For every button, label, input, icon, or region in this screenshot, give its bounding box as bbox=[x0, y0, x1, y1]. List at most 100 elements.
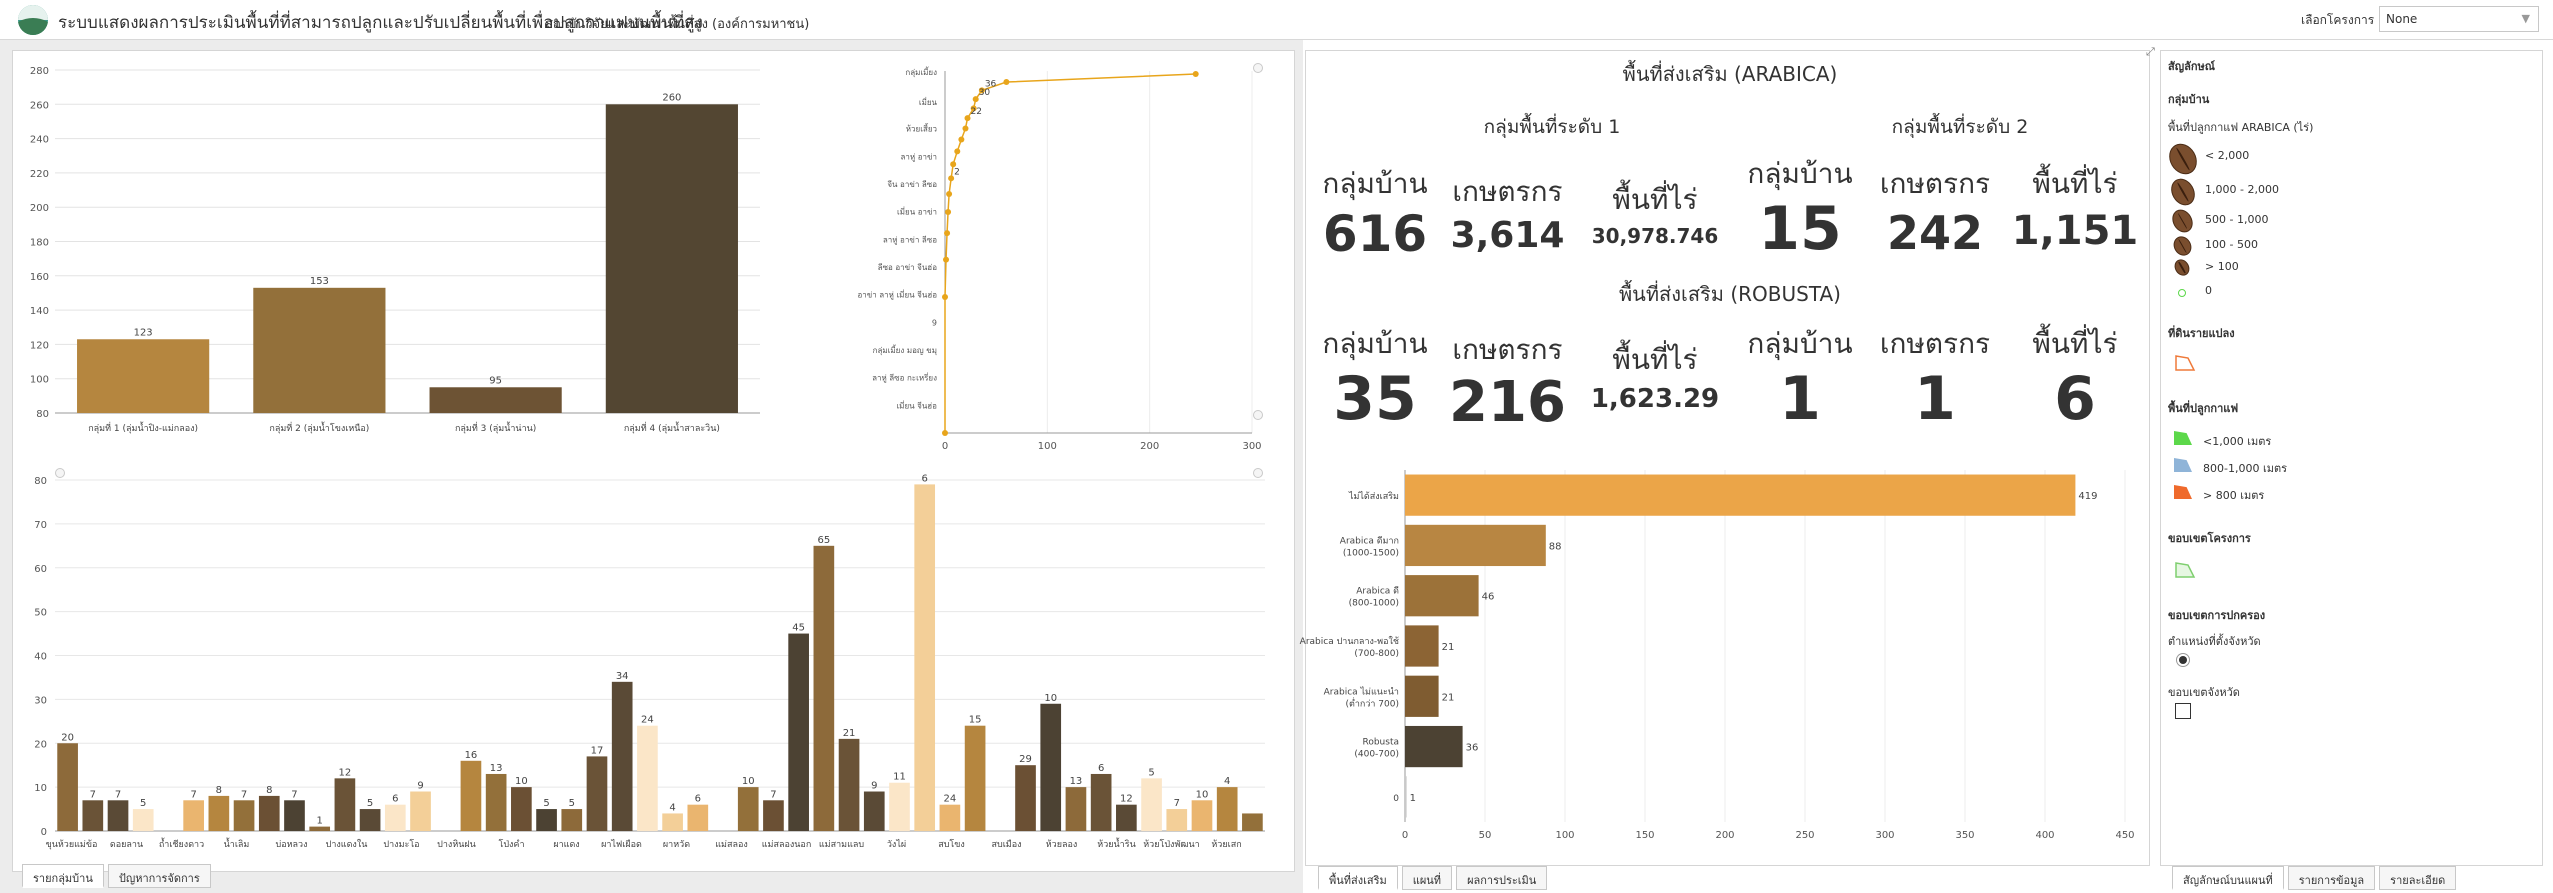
bar bbox=[536, 809, 557, 831]
bar bbox=[1405, 776, 1407, 818]
bar-value-label: 10 bbox=[515, 776, 528, 787]
bar bbox=[1141, 778, 1162, 831]
tab-assessment[interactable]: ผลการประเมิน bbox=[1456, 866, 1548, 890]
x-tick-label: 450 bbox=[2115, 830, 2134, 841]
point-label: 22 bbox=[971, 107, 982, 117]
stat-value: 35 bbox=[1333, 364, 1417, 434]
y-tick-label: Arabica ปานกลาง-พอใช้ bbox=[1300, 636, 1399, 647]
stat-label: เกษตรกร bbox=[1879, 167, 1991, 200]
stat-robusta-g2-farmers: เกษตรกร 1 bbox=[1870, 322, 2000, 432]
x-tick-label: บ่อหลวง bbox=[275, 840, 307, 850]
bar bbox=[737, 787, 759, 831]
x-tick-label: สบเมือง bbox=[991, 839, 1021, 850]
bar-value-label: 7 bbox=[1174, 798, 1180, 809]
y-tick-label: Arabica ดีมาก bbox=[1340, 535, 1399, 546]
y-tick-label: 50 bbox=[34, 608, 47, 619]
y-tick-label: (400-700) bbox=[1354, 750, 1399, 760]
stat-label: เกษตรกร bbox=[1452, 175, 1563, 208]
resize-handle[interactable] bbox=[1253, 410, 1263, 420]
tab-village-groups[interactable]: รายกลุ่มบ้าน bbox=[22, 864, 104, 888]
middle-tabbar: พื้นที่ส่งเสริม แผนที่ ผลการประเมิน bbox=[1318, 866, 1548, 890]
stat-robusta-g2-area: พื้นที่ไร่ 6 bbox=[2010, 322, 2140, 432]
bar bbox=[1405, 575, 1479, 617]
y-tick-label: กลุ่มเมี้ยง bbox=[905, 66, 937, 77]
bar bbox=[611, 681, 633, 831]
data-point bbox=[954, 148, 961, 155]
left-tabbar: รายกลุ่มบ้าน ปัญหาการจัดการ bbox=[22, 864, 211, 888]
y-tick-label: 280 bbox=[30, 66, 49, 77]
x-tick-label: ขุนห้วยแม่ข้อ bbox=[46, 839, 98, 850]
x-tick-label: ปางมะโอ bbox=[383, 839, 419, 850]
stat-arabica-g1-area: พื้นที่ไร่ 30,978.746 bbox=[1590, 178, 1720, 250]
x-tick-label: กลุ่มที่ 1 (ลุ่มน้ำปิง-แม่กลอง) bbox=[88, 421, 198, 434]
bar-value-label: 13 bbox=[1070, 776, 1083, 787]
project-boundary-icon bbox=[2175, 562, 2196, 578]
y-tick-label: 80 bbox=[36, 409, 49, 420]
legend-bean-class: > 100 bbox=[2205, 260, 2239, 273]
y-tick-label: 60 bbox=[34, 564, 47, 575]
data-point bbox=[958, 136, 965, 143]
project-select[interactable]: None ▼ bbox=[2379, 6, 2539, 32]
stat-value: 1 bbox=[1914, 364, 1956, 434]
bar-value-label: 7 bbox=[190, 789, 196, 800]
tab-promotion-area[interactable]: พื้นที่ส่งเสริม bbox=[1318, 866, 1398, 890]
tab-map[interactable]: แผนที่ bbox=[1401, 866, 1453, 890]
y-tick-label: 140 bbox=[30, 306, 49, 317]
x-tick-label: สบโขง bbox=[938, 839, 965, 850]
tab-map-symbols[interactable]: สัญลักษณ์บนแผนที่ bbox=[2172, 866, 2284, 890]
bar bbox=[208, 795, 230, 831]
bar bbox=[813, 545, 835, 831]
stat-value: 15 bbox=[1758, 194, 1842, 264]
stat-robusta-g1-villages: กลุ่มบ้าน 35 bbox=[1320, 322, 1430, 432]
bar-value-label: 24 bbox=[944, 794, 957, 805]
bar bbox=[258, 795, 280, 831]
bar-value-label: 17 bbox=[591, 745, 604, 756]
y-tick-label: 160 bbox=[30, 272, 49, 283]
x-tick-label: 50 bbox=[1479, 830, 1492, 841]
bar bbox=[132, 809, 154, 831]
bar bbox=[939, 804, 961, 831]
y-tick-label: 260 bbox=[30, 100, 49, 111]
bar-value-label: 10 bbox=[1196, 789, 1209, 800]
bar bbox=[284, 800, 305, 831]
legend-village-group: กลุ่มบ้าน bbox=[2168, 93, 2210, 106]
legend-elevation: 800-1,000 เมตร bbox=[2203, 462, 2288, 475]
tab-data-list[interactable]: รายการข้อมูล bbox=[2287, 866, 2376, 890]
stat-label: พื้นที่ไร่ bbox=[2032, 167, 2118, 200]
x-tick-label: 150 bbox=[1635, 830, 1654, 841]
x-tick-label: โป่งคำ bbox=[498, 839, 524, 850]
x-tick-label: 400 bbox=[2035, 830, 2054, 841]
expand-icon[interactable]: ⤢ bbox=[2146, 45, 2155, 59]
y-tick-label: ไม่ได้ส่งเสริม bbox=[1348, 491, 1399, 502]
resize-handle[interactable] bbox=[1253, 468, 1263, 478]
bar-value-label: 6 bbox=[392, 794, 398, 805]
y-tick-label: ลีซอ อาข่า จีนฮ่อ bbox=[878, 263, 938, 272]
bar-value-label: 419 bbox=[2078, 491, 2097, 502]
bar-value-label: 65 bbox=[817, 535, 830, 546]
tab-management-problems[interactable]: ปัญหาการจัดการ bbox=[107, 864, 211, 888]
x-tick-label: ผาไฟเผือด bbox=[601, 839, 642, 850]
bar bbox=[233, 800, 255, 831]
stat-label: เกษตรกร bbox=[1879, 327, 1991, 360]
legend-panel bbox=[2160, 50, 2543, 866]
x-tick-label: ห้วยน้ำริน bbox=[1097, 837, 1135, 850]
bar bbox=[460, 760, 482, 831]
stat-label: พื้นที่ไร่ bbox=[1612, 343, 1698, 376]
bar-value-label: 29 bbox=[1019, 754, 1032, 765]
resize-handle[interactable] bbox=[55, 468, 65, 478]
y-tick-label: 100 bbox=[30, 375, 49, 386]
y-tick-label: (800-1000) bbox=[1349, 599, 1399, 609]
bar-value-label: 21 bbox=[843, 728, 856, 739]
bar bbox=[662, 813, 683, 831]
x-tick-label: ห้วยลอง bbox=[1046, 839, 1078, 850]
resize-handle[interactable] bbox=[1253, 63, 1263, 73]
point-label: 30 bbox=[979, 88, 991, 98]
bar-value-label: 88 bbox=[1549, 541, 1562, 552]
x-tick-label: 300 bbox=[1875, 830, 1894, 841]
bar bbox=[1405, 474, 2076, 516]
point-label: 36 bbox=[985, 79, 997, 89]
bar-value-label: 260 bbox=[662, 92, 681, 103]
data-point bbox=[962, 125, 969, 132]
tab-details[interactable]: รายละเอียด bbox=[2379, 866, 2457, 890]
stat-arabica-g2-villages: กลุ่มบ้าน 15 bbox=[1740, 152, 1860, 262]
